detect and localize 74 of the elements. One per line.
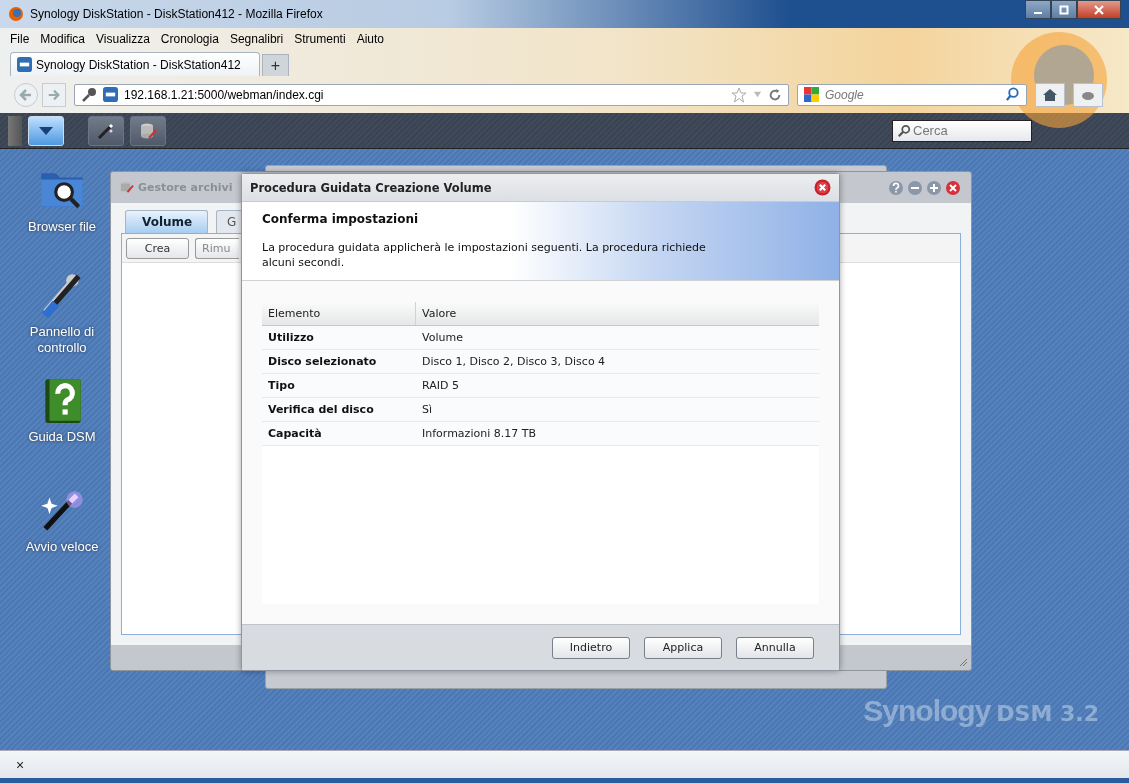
back-arrow-icon [18, 86, 34, 103]
search-icon [897, 123, 911, 138]
table-cell-text: Disco selezionato [267, 354, 378, 370]
search-field[interactable]: Cerca [892, 119, 1032, 142]
dsm-icon [103, 87, 118, 102]
dsm-icon [17, 57, 32, 72]
help-icon[interactable] [888, 179, 904, 196]
window-title: Synology DiskStation - DiskStation412 - Mozilla Firefox [30, 7, 323, 21]
search-field[interactable]: Google [797, 83, 1027, 106]
dialog-button[interactable]: Annulla [736, 636, 814, 659]
tab[interactable]: Volume [125, 210, 208, 233]
firefox-icon [8, 6, 24, 22]
minimize-button[interactable] [1025, 0, 1051, 19]
desktop-icon-label[interactable]: Browser file [17, 219, 107, 235]
maximize-icon [1059, 4, 1069, 15]
addon-button[interactable] [1073, 82, 1103, 107]
column-header: Valore [421, 306, 458, 322]
main-menu-button[interactable] [28, 115, 64, 146]
synology-logo: Synology [863, 694, 991, 728]
table-cell-text: Tipo [267, 378, 296, 394]
tab[interactable]: G [216, 210, 241, 233]
maximize-button[interactable] [1051, 0, 1077, 19]
table-cell-text: Utilizzo [267, 330, 315, 346]
reload-icon[interactable] [768, 87, 782, 102]
close-icon [1094, 4, 1104, 15]
close-icon[interactable] [945, 179, 961, 196]
table-cell-text: Verifica del disco [267, 402, 375, 418]
close-button[interactable] [1077, 0, 1121, 19]
column-header: Elemento [262, 302, 416, 325]
desktop-icon-label[interactable]: Avvio veloce [17, 539, 107, 555]
close-icon[interactable] [814, 179, 831, 196]
caret-icon [38, 125, 54, 136]
table-cell-text: Volume [421, 330, 464, 346]
table-cell-text: Capacità [267, 426, 323, 442]
table-cell-text: Disco 1, Disco 2, Disco 3, Disco 4 [421, 354, 607, 370]
resize-grip-icon[interactable] [958, 657, 968, 667]
table-cell-text: Sì [421, 402, 434, 418]
dialog-button[interactable]: Indietro [552, 636, 630, 659]
table-cell-text: RAID 5 [421, 378, 460, 394]
toolbar-button[interactable]: Crea [126, 237, 189, 259]
menu-item[interactable]: Segnalibri [229, 32, 284, 46]
menu-item[interactable]: Aiuto [356, 32, 384, 46]
home-button[interactable] [1035, 82, 1065, 107]
menu-item[interactable]: Cronologia [160, 32, 219, 46]
forward-arrow-icon [47, 87, 61, 102]
desktop-icon-label[interactable]: Guida DSM [17, 429, 107, 445]
desktop-icon-label[interactable]: Pannello di controllo [17, 324, 107, 356]
menu-item[interactable]: Strumenti [294, 32, 346, 46]
taskbar-handle[interactable] [8, 115, 22, 146]
menu-item[interactable]: Visualizza [96, 32, 150, 46]
window-title: Gestore archivi [138, 181, 233, 194]
home-icon [1042, 86, 1058, 103]
google-icon [804, 87, 819, 102]
storage-button[interactable] [130, 115, 166, 146]
dialog-title: Procedura Guidata Creazione Volume [250, 180, 492, 195]
table-cell-text: Informazioni 8.17 TB [421, 426, 537, 442]
search-icon[interactable] [1005, 87, 1020, 102]
step-description: La procedura guidata applicherà le impostazioni seguenti. La procedura richiede alcuni secondi. [262, 240, 707, 270]
minimize-icon[interactable] [907, 179, 923, 196]
menu-item[interactable]: Modifica [40, 32, 86, 46]
storage-icon [119, 180, 134, 195]
close-button[interactable]: × [12, 756, 29, 773]
maximize-icon[interactable] [926, 179, 942, 196]
product-version: DSM 3.2 [996, 701, 1099, 726]
key-icon [81, 86, 97, 103]
dialog-button[interactable]: Applica [644, 636, 722, 659]
menu-item[interactable]: File [10, 32, 30, 46]
browser-tab[interactable]: Synology DiskStation - DiskStation412 [10, 52, 260, 76]
address-bar[interactable]: 192.168.1.21:5000/webman/index.cgi [74, 83, 789, 106]
minimize-icon [1034, 11, 1042, 14]
star-icon[interactable] [731, 86, 747, 103]
wand-button[interactable] [88, 115, 124, 146]
step-heading: Conferma impostazioni [262, 212, 420, 226]
new-tab-button[interactable]: + [262, 54, 289, 76]
